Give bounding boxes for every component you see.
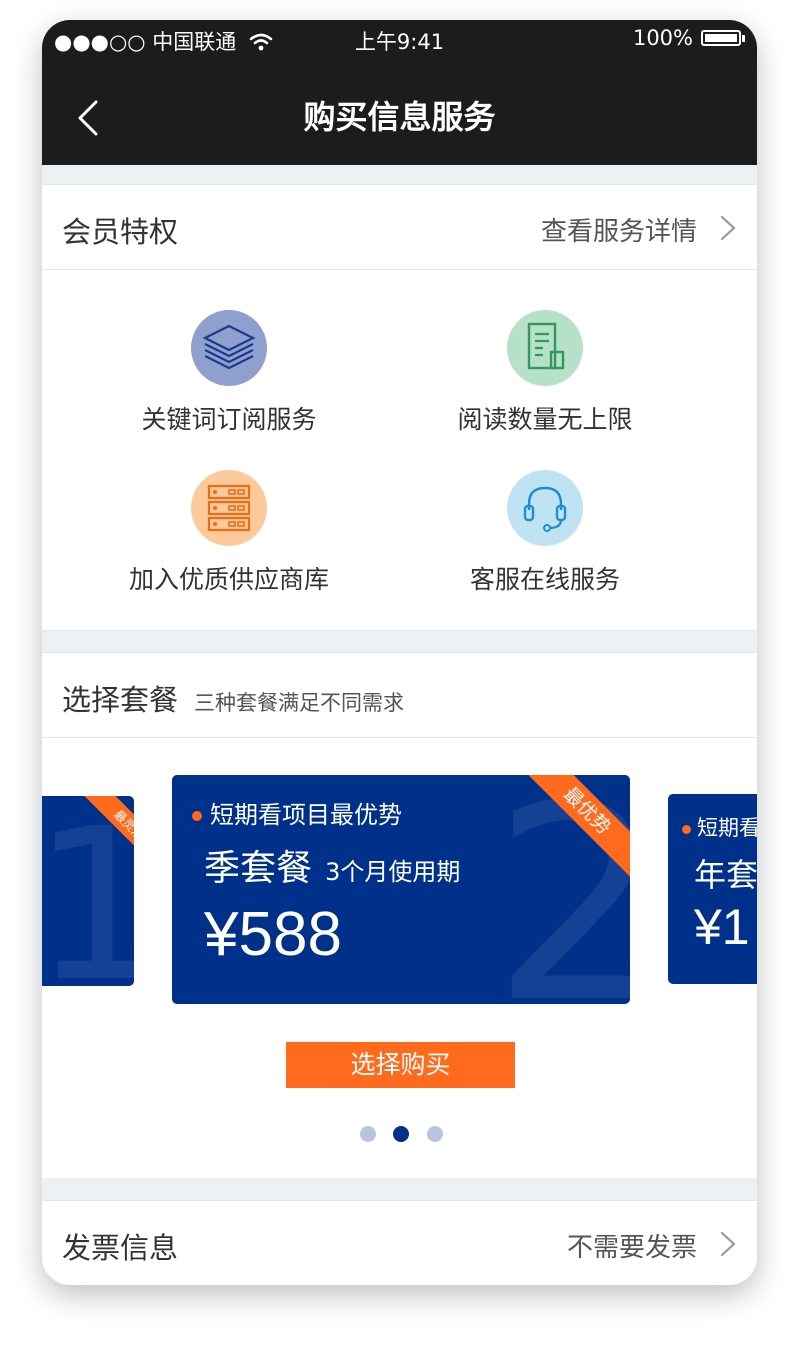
document-icon [507,310,583,386]
page-title: 购买信息服务 [303,98,496,136]
chevron-right-icon[interactable] [719,1230,737,1258]
package-price: ¥1 [694,899,750,955]
package-price: ¥588 [204,900,342,969]
invoice-row[interactable]: 发票信息 不需要发票 [42,1200,757,1285]
privilege-label: 加入优质供应商库 [128,565,329,594]
package-name: 季套餐 [204,848,313,889]
layers-icon [191,310,267,386]
headset-icon [507,470,583,546]
server-icon [191,470,267,546]
battery-tip [742,34,745,42]
privilege-online-support: 客服在线服务 [405,470,685,596]
select-buy-button[interactable]: 选择购买 [286,1042,515,1088]
package-card-annual[interactable]: 短期看 年套 ¥1 [668,794,757,984]
privilege-label: 客服在线服务 [469,565,620,594]
packages-carousel: 1 最灵活 2 最优势 短期看项目最优势 季套餐 3个月使用期 ¥588 短期看… [42,738,757,1178]
package-card-quarterly[interactable]: 2 最优势 短期看项目最优势 季套餐 3个月使用期 ¥588 [172,775,630,1004]
package-tagline: 短期看项目最优势 [192,795,402,830]
privilege-supplier-library: 加入优质供应商库 [89,470,369,596]
pager-dot-2-active[interactable] [393,1126,409,1142]
packages-subtitle: 三种套餐满足不同需求 [194,691,404,715]
top-bar: ●●●○○ 中国联通 上午9:41 100% 购买信息服务 [42,20,757,165]
chevron-right-icon[interactable] [719,214,737,242]
package-name: 年套 [694,856,757,894]
pager-dot-1[interactable] [360,1126,376,1142]
bullet-dot [682,824,691,834]
battery-percent: 100% [632,26,693,50]
package-tagline: 短期看 [682,812,757,842]
packages-header: 选择套餐 三种套餐满足不同需求 [42,652,757,738]
battery-icon [701,30,741,46]
privilege-label: 关键词订阅服务 [141,405,317,434]
membership-header[interactable]: 会员特权 查看服务详情 [42,184,757,270]
membership-title: 会员特权 [62,215,179,249]
privilege-label: 阅读数量无上限 [457,405,633,434]
privilege-unlimited-reading: 阅读数量无上限 [405,310,685,436]
invoice-title: 发票信息 [62,1231,179,1265]
privilege-keyword-subscription: 关键词订阅服务 [89,310,369,436]
service-details-link[interactable]: 查看服务详情 [541,211,697,248]
battery-status: 100% [633,26,745,50]
package-card-left[interactable]: 1 最灵活 [42,796,134,986]
status-bar: ●●●○○ 中国联通 上午9:41 100% [42,26,757,56]
package-number: 1 [42,796,134,987]
privileges-grid: 关键词订阅服务 阅读数量无上限 加入优质供应商库 客服在线服务 [42,270,757,631]
pager-dot-3[interactable] [427,1126,443,1142]
package-name-row: 季套餐 3个月使用期 [204,839,460,891]
phone-screen: ●●●○○ 中国联通 上午9:41 100% 购买信息服务 会员特权 查看服务详… [42,20,757,1285]
package-period: 3个月使用期 [325,858,461,886]
packages-title: 选择套餐 [62,683,179,717]
bullet-dot [192,811,202,821]
invoice-value: 不需要发票 [566,1233,697,1263]
